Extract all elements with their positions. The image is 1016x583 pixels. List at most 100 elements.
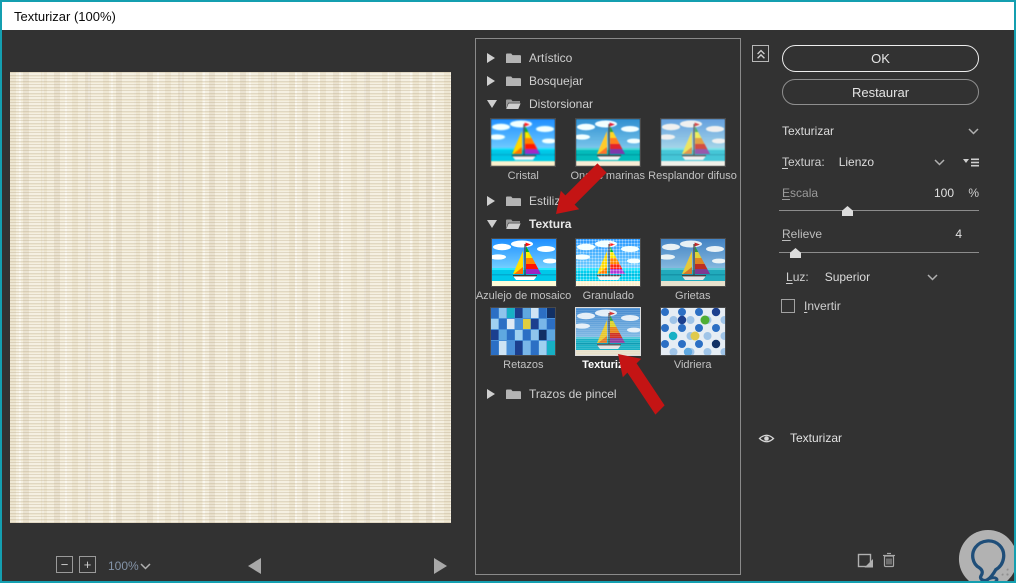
azulejo-thumbnail-image (490, 238, 557, 287)
expanded-triangle-icon[interactable] (487, 219, 497, 229)
filter-preview-canvas[interactable] (10, 72, 451, 523)
filter-list-panel: Artístico Bosquejar Distorsionar Cristal… (475, 38, 741, 575)
category-trazos-de-pincel[interactable]: Trazos de pincel (476, 382, 740, 405)
effect-layer-row[interactable]: Texturizar (758, 431, 842, 445)
collapsed-triangle-icon[interactable] (487, 388, 496, 399)
category-bosquejar[interactable]: Bosquejar (476, 69, 740, 92)
slider-track (779, 252, 979, 253)
thumb-label-selected: Texturizar (582, 359, 634, 371)
folder-closed-icon (505, 195, 521, 207)
folder-open-icon (505, 98, 521, 110)
category-label: Trazos de pincel (529, 386, 617, 401)
slider-thumb[interactable] (790, 248, 801, 258)
filter-thumb-granulado[interactable]: Granulado (566, 238, 651, 302)
collapsed-triangle-icon[interactable] (487, 195, 496, 206)
restore-label: Restaurar (851, 84, 910, 100)
chevron-down-icon (968, 128, 979, 135)
previous-arrow-button[interactable] (248, 558, 261, 574)
chevron-down-icon (140, 563, 151, 570)
retazos-thumbnail-image (490, 307, 557, 356)
slider-thumb[interactable] (842, 206, 853, 216)
light-dropdown[interactable]: Luz: Superior (786, 270, 938, 284)
double-chevron-up-icon (756, 49, 765, 59)
category-distorsionar[interactable]: Distorsionar (476, 92, 740, 115)
filter-thumb-retazos[interactable]: Retazos (481, 307, 566, 371)
folder-closed-icon (505, 52, 521, 64)
zoom-level-dropdown[interactable] (140, 562, 151, 571)
invert-checkbox[interactable] (781, 299, 795, 313)
filter-select-value: Texturizar (782, 124, 835, 138)
thumb-label: Ondas marinas (570, 170, 646, 182)
scale-label: Escala (782, 186, 819, 200)
thumb-label: Retazos (503, 359, 544, 371)
collapsed-triangle-icon[interactable] (487, 52, 496, 63)
folder-closed-icon (505, 388, 521, 400)
filter-thumb-ondas-marinas[interactable]: Ondas marinas (566, 118, 651, 182)
new-effect-layer-button[interactable] (857, 553, 874, 573)
chevron-down-icon (927, 274, 938, 281)
folder-open-icon (505, 218, 521, 230)
plus-icon: + (83, 557, 92, 572)
ok-button[interactable]: OK (782, 45, 979, 72)
filter-thumb-azulejo-de-mosaico[interactable]: Azulejo de mosaico (476, 238, 571, 302)
effect-layer-name: Texturizar (790, 431, 843, 445)
next-arrow-button[interactable] (434, 558, 447, 574)
thumb-label: Cristal (507, 170, 539, 182)
textura-thumbnails-row-1: Azulejo de mosaico Granulado Grietas (476, 235, 740, 304)
zoom-out-button[interactable]: − (56, 556, 73, 573)
texture-label: Textura: (782, 155, 825, 169)
titlebar[interactable]: Texturizar (100%) (2, 2, 1014, 30)
textura-thumbnails-row-2: Retazos Texturizar Vidriera (476, 304, 740, 373)
filter-thumb-vidriera[interactable]: Vidriera (650, 307, 735, 371)
window-title: Texturizar (100%) (14, 8, 116, 24)
new-effect-layer-icon (857, 553, 873, 568)
category-label: Bosquejar (529, 73, 584, 88)
texturize-filter-gallery-dialog: Texturizar (100%) − + 100% Artístico Bos… (0, 0, 1016, 583)
scale-setting-row: Escala 100 % (782, 186, 979, 200)
delete-effect-layer-button[interactable] (882, 552, 896, 573)
distorsionar-thumbnails: Cristal Ondas marinas Resplandor difuso (476, 115, 740, 184)
scale-slider[interactable] (779, 205, 979, 217)
folder-closed-icon (505, 75, 521, 87)
zoom-in-button[interactable]: + (79, 556, 96, 573)
filter-thumb-texturizar[interactable]: Texturizar (566, 307, 651, 371)
filter-thumb-grietas[interactable]: Grietas (651, 238, 736, 302)
relief-slider[interactable] (779, 247, 979, 259)
thumb-label: Grietas (675, 290, 711, 302)
collapsed-triangle-icon[interactable] (487, 75, 496, 86)
category-artistico[interactable]: Artístico (476, 46, 740, 69)
filter-select-dropdown[interactable]: Texturizar (782, 124, 979, 138)
filter-thumb-resplandor-difuso[interactable]: Resplandor difuso (648, 118, 737, 182)
minus-icon: − (60, 557, 69, 572)
category-label: Distorsionar (529, 96, 594, 111)
thumb-label: Resplandor difuso (648, 170, 737, 182)
scale-unit: % (968, 186, 979, 200)
texturizar-thumbnail-image (575, 307, 641, 356)
category-label: Textura (529, 216, 572, 231)
slider-track (779, 210, 979, 211)
category-estilizar[interactable]: Estilizar (476, 189, 740, 212)
texture-value: Lienzo (838, 155, 875, 169)
texture-dropdown[interactable]: Textura: Lienzo (782, 155, 979, 169)
invert-option[interactable]: Invertir (781, 299, 841, 313)
relief-setting-row: Relieve 4 (782, 227, 979, 241)
trash-icon (883, 552, 895, 568)
cristal-thumbnail-image (490, 118, 557, 167)
ondas-marinas-thumbnail-image (574, 118, 641, 167)
collapse-panel-button[interactable] (752, 45, 769, 62)
category-textura[interactable]: Textura (476, 212, 740, 235)
thumb-label: Azulejo de mosaico (475, 290, 572, 302)
category-label: Estilizar (529, 193, 572, 208)
scale-value[interactable]: 100 (934, 186, 954, 200)
restore-button[interactable]: Restaurar (782, 79, 979, 105)
relief-value[interactable]: 4 (955, 227, 962, 241)
expanded-triangle-icon[interactable] (487, 99, 497, 109)
texture-flyout-menu-icon[interactable] (963, 157, 979, 168)
zoom-level-value[interactable]: 100% (108, 559, 139, 573)
grietas-thumbnail-image (659, 238, 726, 287)
invert-label: Invertir (804, 299, 841, 313)
thumb-label: Granulado (582, 290, 634, 302)
eye-icon[interactable] (758, 433, 775, 444)
light-label: Luz: (786, 270, 809, 284)
filter-thumb-cristal[interactable]: Cristal (481, 118, 566, 182)
